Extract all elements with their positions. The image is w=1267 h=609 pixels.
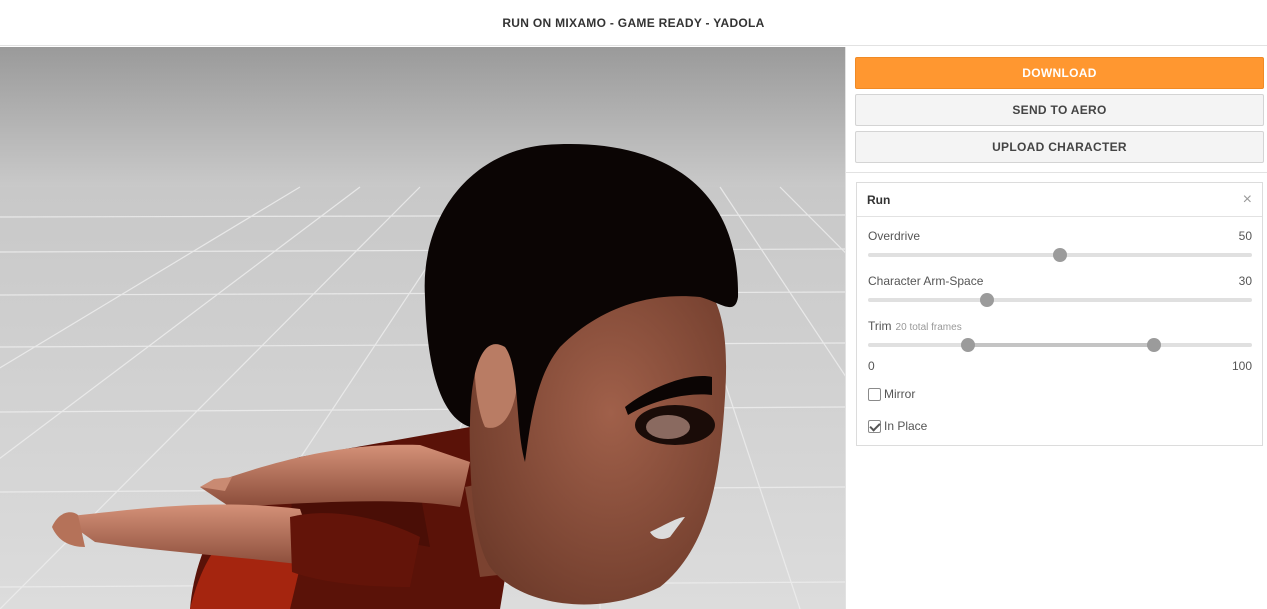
trim-range-fill xyxy=(967,343,1155,347)
animation-name: Run xyxy=(867,192,891,207)
trim-start-thumb[interactable] xyxy=(960,338,975,352)
trim-frame-count: 20 total frames xyxy=(895,322,962,333)
upload-character-button[interactable]: UPLOAD CHARACTER xyxy=(855,131,1264,163)
trim-control: Trim 20 total frames 0 100 xyxy=(868,319,1252,373)
arm-space-label: Character Arm-Space xyxy=(868,274,984,288)
overdrive-slider-thumb[interactable] xyxy=(1053,248,1067,262)
in-place-option[interactable]: In Place xyxy=(868,419,927,433)
trim-label: Trim xyxy=(868,319,892,333)
overdrive-label: Overdrive xyxy=(868,229,921,243)
send-to-aero-button[interactable]: SEND TO AERO xyxy=(855,94,1264,126)
mirror-label: Mirror xyxy=(884,387,916,401)
close-icon[interactable]: × xyxy=(1243,191,1252,208)
viewport-scene xyxy=(0,47,845,609)
backdrop xyxy=(0,47,845,187)
in-place-checkbox[interactable] xyxy=(868,419,881,433)
animation-settings-card: Run × Overdrive 50 Character Arm-Space 3… xyxy=(856,182,1263,446)
trim-max-label: 100 xyxy=(1231,359,1252,373)
overdrive-control: Overdrive 50 xyxy=(868,229,1252,262)
mirror-option[interactable]: Mirror xyxy=(868,387,915,401)
character-viewport[interactable] xyxy=(0,47,845,609)
trim-end-thumb[interactable] xyxy=(1147,338,1162,352)
settings-panel: DOWNLOAD SEND TO AERO UPLOAD CHARACTER R… xyxy=(845,47,1267,609)
top-bar: RUN ON MIXAMO - GAME READY - YADOLA xyxy=(0,0,1267,46)
arm-space-value: 30 xyxy=(1238,274,1252,288)
trim-min-label: 0 xyxy=(868,359,875,373)
arm-space-slider[interactable] xyxy=(868,293,1252,307)
arm-space-control: Character Arm-Space 30 xyxy=(868,274,1252,307)
divider xyxy=(846,172,1267,173)
overdrive-value: 50 xyxy=(1238,229,1252,243)
mirror-checkbox[interactable] xyxy=(868,387,881,401)
overdrive-slider[interactable] xyxy=(868,248,1252,262)
in-place-label: In Place xyxy=(884,419,928,433)
download-button[interactable]: DOWNLOAD xyxy=(855,57,1264,89)
animation-header: Run × xyxy=(857,183,1262,217)
page-title: RUN ON MIXAMO - GAME READY - YADOLA xyxy=(502,15,765,30)
trim-slider[interactable] xyxy=(868,338,1252,352)
arm-space-slider-thumb[interactable] xyxy=(980,293,995,307)
